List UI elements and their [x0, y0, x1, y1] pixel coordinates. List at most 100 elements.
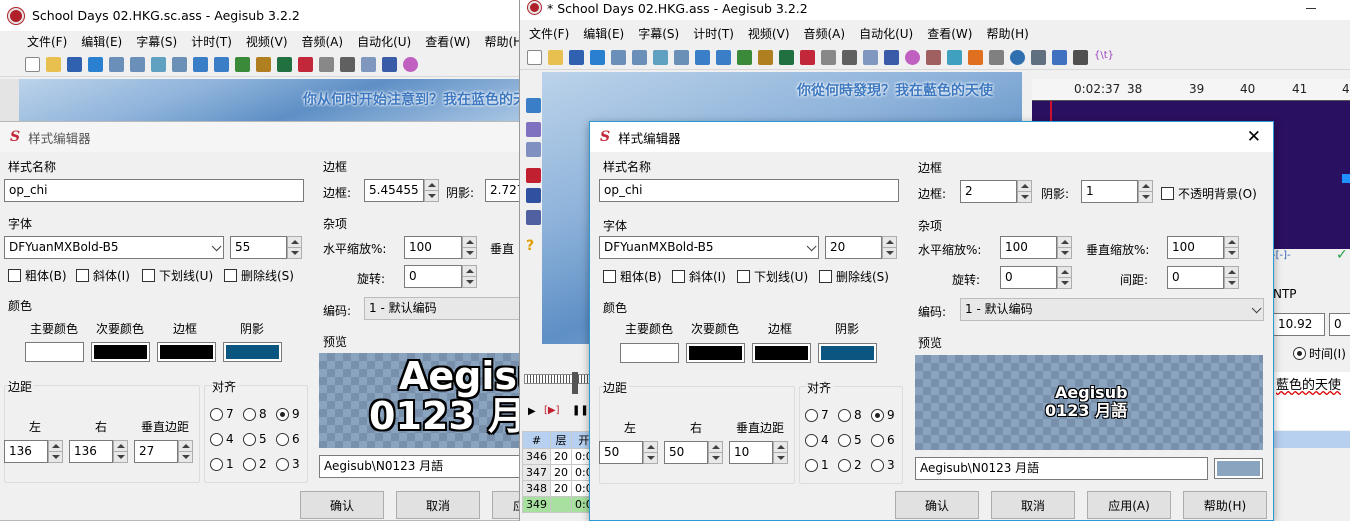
back-encoding-combo[interactable]: 1 - 默认编码: [364, 297, 522, 320]
video-close-icon[interactable]: [172, 57, 187, 72]
film-icon[interactable]: [737, 50, 752, 65]
front-opaque-box-checkbox[interactable]: 不透明背景(O): [1161, 185, 1257, 202]
back-shadow-color-swatch[interactable]: [223, 342, 282, 362]
front-font-size-input[interactable]: 20: [825, 236, 882, 259]
front-shadow-input[interactable]: 1: [1081, 180, 1138, 203]
back-underline-checkbox[interactable]: 下划线(U): [142, 267, 213, 284]
pause-icon[interactable]: ❚❚: [572, 405, 589, 416]
back-font-name-combo[interactable]: DFYuanMXBold-B5: [4, 236, 224, 259]
front-menu-help[interactable]: 帮助(H): [979, 25, 1035, 42]
back-video-display[interactable]: 你从何时开始注意到？我在蓝色的天使: [19, 79, 520, 121]
front-align-3-radio[interactable]: 3: [871, 458, 895, 472]
front-secondary-color-swatch[interactable]: [686, 343, 745, 363]
front-style-name-input[interactable]: op_chi: [599, 179, 899, 202]
back-shadow-input[interactable]: 2.727: [485, 179, 522, 202]
front-shadow-color-swatch[interactable]: [818, 343, 877, 363]
front-bold-checkbox[interactable]: 粗体(B): [603, 268, 662, 285]
resample-icon[interactable]: [926, 50, 941, 65]
back-margin-left-spinner[interactable]: [48, 440, 63, 463]
back-style-name-input[interactable]: op_chi: [4, 179, 304, 202]
timing-postproc-icon[interactable]: [947, 50, 962, 65]
front-primary-color-swatch[interactable]: [620, 343, 679, 363]
translation-icon[interactable]: [403, 57, 418, 72]
front-margin-left-input[interactable]: 50: [599, 441, 643, 464]
rotate-xy-tool-icon[interactable]: [526, 142, 541, 157]
front-menu-edit[interactable]: 编辑(E): [576, 25, 631, 42]
front-align-9-radio[interactable]: 9: [871, 408, 895, 422]
back-menu-help[interactable]: 帮助(H): [477, 33, 520, 50]
back-align-3-radio[interactable]: 3: [276, 457, 300, 471]
video-close-icon[interactable]: [674, 50, 689, 65]
zoom-out-icon[interactable]: [632, 50, 647, 65]
back-menu-edit[interactable]: 编辑(E): [74, 33, 129, 50]
keyframe-icon[interactable]: [695, 50, 710, 65]
kanji-timer-icon[interactable]: [968, 50, 983, 65]
open-file-icon[interactable]: [46, 57, 61, 72]
back-outline-color-swatch[interactable]: [157, 342, 216, 362]
rotate-z-tool-icon[interactable]: [526, 122, 541, 137]
front-align-5-radio[interactable]: 5: [838, 433, 862, 447]
film-3-icon[interactable]: [277, 57, 292, 72]
front-rotation-spinner[interactable]: [1057, 266, 1072, 289]
styles-manager-icon[interactable]: [800, 50, 815, 65]
back-font-size-input[interactable]: 55: [230, 236, 287, 259]
zoom-in-icon[interactable]: [109, 57, 124, 72]
front-menu-automation[interactable]: 自动化(U): [852, 25, 920, 42]
back-primary-color-swatch[interactable]: [25, 342, 84, 362]
front-align-7-radio[interactable]: 7: [805, 408, 829, 422]
back-border-spinner[interactable]: [424, 179, 439, 202]
back-menu-view[interactable]: 查看(W): [418, 33, 477, 50]
front-align-8-radio[interactable]: 8: [838, 408, 862, 422]
properties-icon[interactable]: [821, 50, 836, 65]
play-line-icon[interactable]: [▶]: [544, 405, 560, 416]
front-margin-right-spinner[interactable]: [708, 441, 723, 464]
open-file-icon[interactable]: [548, 50, 563, 65]
front-margin-vert-input[interactable]: 10: [729, 441, 773, 464]
back-menu-file[interactable]: 文件(F): [20, 33, 74, 50]
front-border-spinner[interactable]: [1017, 180, 1032, 203]
front-align-6-radio[interactable]: 6: [871, 433, 895, 447]
back-secondary-color-swatch[interactable]: [91, 342, 150, 362]
front-scale-y-input[interactable]: 100: [1167, 236, 1224, 259]
back-preview-text-input[interactable]: Aegisub\N0123 月語: [319, 455, 522, 478]
back-cancel-button[interactable]: 取消: [396, 491, 480, 519]
front-menu-view[interactable]: 查看(W): [920, 25, 979, 42]
jump-icon[interactable]: [88, 57, 103, 72]
front-align-1-radio[interactable]: 1: [805, 458, 829, 472]
back-strikeout-checkbox[interactable]: 删除线(S): [224, 267, 294, 284]
scale-tool-icon[interactable]: [526, 168, 541, 183]
table-row-active[interactable]: 349 0:0: [522, 496, 597, 513]
front-strikeout-checkbox[interactable]: 删除线(S): [819, 268, 889, 285]
front-scale-y-spinner[interactable]: [1224, 236, 1239, 259]
film-icon[interactable]: [235, 57, 250, 72]
front-menu-audio[interactable]: 音频(A): [797, 25, 853, 42]
film-2-icon[interactable]: [256, 57, 271, 72]
fonts-collector-icon[interactable]: [361, 57, 376, 72]
close-icon[interactable]: ✕: [1247, 127, 1261, 147]
front-encoding-combo[interactable]: 1 - 默认编码: [960, 298, 1264, 321]
automation-icon[interactable]: [382, 57, 397, 72]
front-font-name-combo[interactable]: DFYuanMXBold-B5: [599, 236, 819, 259]
fonts-collector-icon[interactable]: [863, 50, 878, 65]
back-ok-button[interactable]: 确认: [300, 491, 384, 519]
back-italic-checkbox[interactable]: 斜体(I): [76, 267, 130, 284]
keyframe-2-icon[interactable]: [716, 50, 731, 65]
front-menu-timing[interactable]: 计时(T): [686, 25, 741, 42]
table-row[interactable]: 348 20 0:0: [522, 480, 597, 497]
new-file-icon[interactable]: [527, 50, 542, 65]
back-menu-timing[interactable]: 计时(T): [184, 33, 239, 50]
front-align-2-radio[interactable]: 2: [838, 458, 862, 472]
video-open-icon[interactable]: [653, 50, 668, 65]
new-file-icon[interactable]: [25, 57, 40, 72]
side-field-b[interactable]: 0: [1329, 313, 1350, 336]
edit-box-text[interactable]: 藍色的天使: [1273, 372, 1350, 430]
audio-scrollbar-thumb[interactable]: [1342, 174, 1350, 183]
front-help-button[interactable]: 帮助(H): [1183, 491, 1267, 519]
properties-icon[interactable]: [319, 57, 334, 72]
jump-icon[interactable]: [590, 50, 605, 65]
back-menu-video[interactable]: 视频(V): [239, 33, 295, 50]
front-menu-video[interactable]: 视频(V): [741, 25, 797, 42]
back-border-input[interactable]: 5.45455: [364, 179, 424, 202]
back-font-size-spinner[interactable]: [287, 236, 302, 259]
video-open-icon[interactable]: [151, 57, 166, 72]
